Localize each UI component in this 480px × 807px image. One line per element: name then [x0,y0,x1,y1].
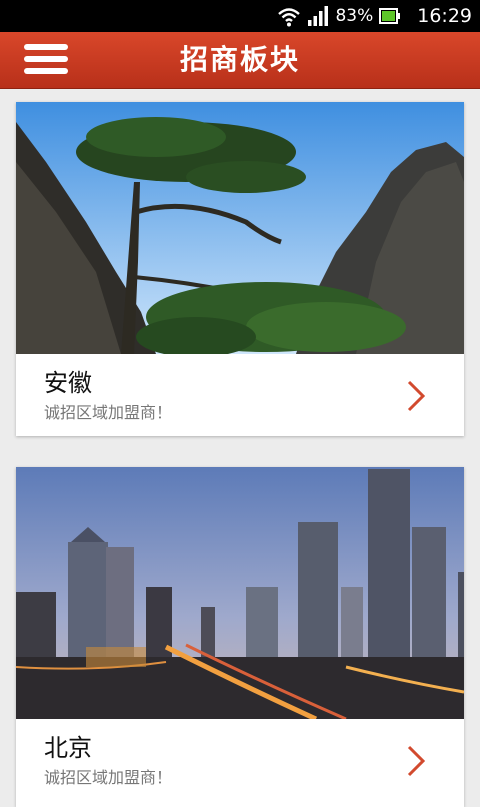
chevron-right-icon[interactable] [406,744,426,778]
page-title: 招商板块 [179,43,300,76]
card-text-anhui: 安徽 诚招区域加盟商！ [44,368,172,424]
region-name: 安徽 [44,369,92,397]
signal-icon [307,6,329,26]
region-card-anhui[interactable]: 安徽 诚招区域加盟商！ [16,102,464,436]
menu-icon[interactable] [24,42,68,76]
anhui-landscape-image [16,102,464,354]
wifi-icon [277,5,301,27]
region-card-beijing[interactable]: 北京 诚招区域加盟商！ [16,467,464,807]
status-bar: 83% 16:29 [0,0,480,32]
battery-icon [379,8,401,24]
card-text-beijing: 北京 诚招区域加盟商！ [44,733,172,789]
status-indicators: 83% 16:29 [277,0,472,32]
chevron-right-icon[interactable] [406,379,426,413]
beijing-cityscape-image [16,467,464,719]
app-bar: 招商板块 [0,32,480,89]
region-subtitle: 诚招区域加盟商！ [44,768,173,787]
region-name: 北京 [44,734,92,762]
clock: 16:29 [417,5,472,27]
battery-percent: 83% [335,6,374,26]
region-subtitle: 诚招区域加盟商！ [44,403,173,422]
